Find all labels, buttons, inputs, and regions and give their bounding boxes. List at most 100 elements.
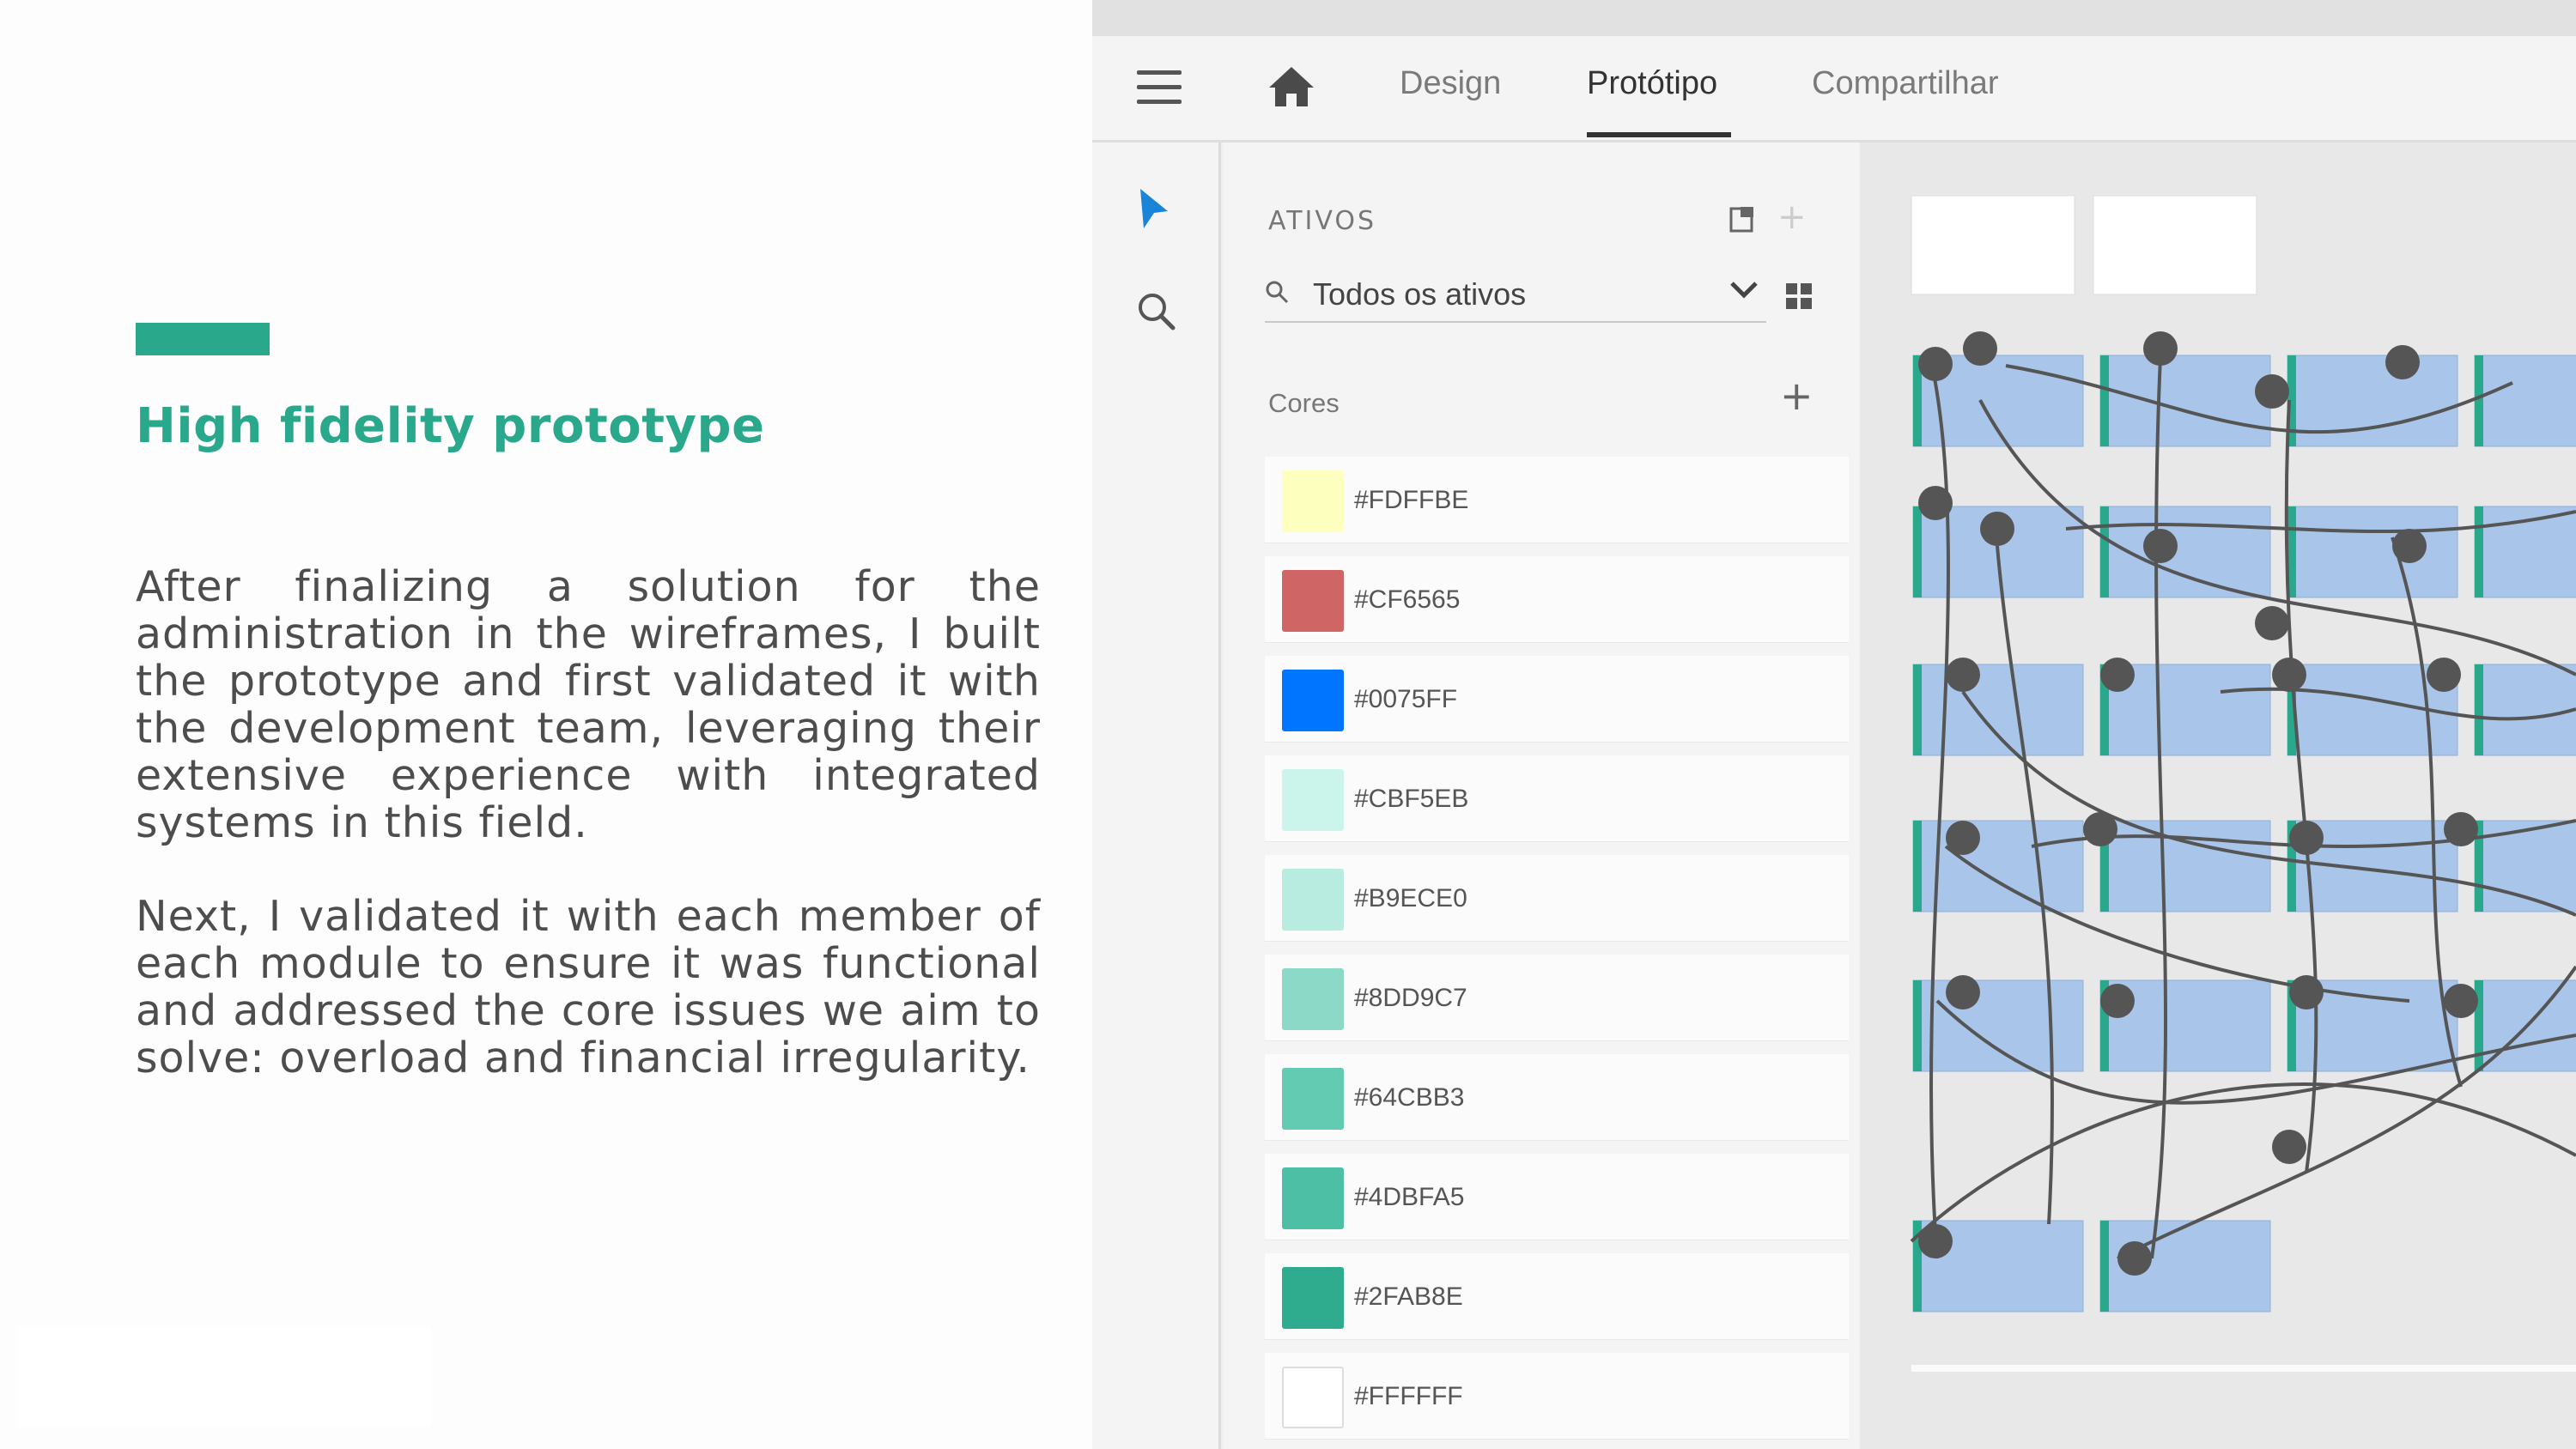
color-swatch bbox=[1282, 670, 1344, 731]
select-arrow-icon[interactable] bbox=[1137, 187, 1171, 232]
color-swatch-row[interactable]: #B9ECE0 bbox=[1265, 855, 1849, 941]
wire-node bbox=[2083, 812, 2117, 846]
active-tab-indicator bbox=[1587, 132, 1731, 137]
artboard-screen-sidebar bbox=[2475, 355, 2483, 446]
artboard-screen bbox=[2287, 506, 2458, 598]
paragraph-1: After finalizing a solution for the admi… bbox=[136, 562, 1041, 847]
blank-box bbox=[17, 1327, 431, 1427]
artboard-screen-sidebar bbox=[1913, 980, 1922, 1071]
color-swatch-list: #FDFFBE #CF6565 #0075FF #CBF5EB #B9ECE0 #8DD9… bbox=[1265, 457, 1849, 1449]
tab-compartilhar[interactable]: Compartilhar bbox=[1812, 65, 1999, 102]
wire-node bbox=[2289, 975, 2324, 1009]
color-swatch-row[interactable]: #0075FF bbox=[1265, 656, 1849, 742]
artboard-screen bbox=[2474, 664, 2576, 756]
paragraph-2: Next, I validated it with each member of… bbox=[136, 892, 1041, 1082]
wire-node bbox=[1946, 658, 1980, 692]
grid-view-icon[interactable] bbox=[1786, 283, 1814, 311]
color-hex-label: #8DD9C7 bbox=[1354, 984, 1467, 1012]
artboard-screen-sidebar bbox=[2100, 355, 2109, 446]
search-icon bbox=[1266, 281, 1289, 304]
color-swatch-row[interactable]: #64CBB3 bbox=[1265, 1054, 1849, 1140]
color-swatch bbox=[1282, 1367, 1344, 1428]
wire-node bbox=[1918, 347, 1953, 381]
color-hex-label: #B9ECE0 bbox=[1354, 884, 1467, 912]
color-swatch bbox=[1282, 1267, 1344, 1329]
wire-node bbox=[1980, 512, 2014, 546]
color-swatch bbox=[1282, 869, 1344, 931]
search-icon[interactable] bbox=[1135, 290, 1176, 331]
app-header: Design Protótipo Compartilhar bbox=[1092, 36, 2576, 142]
colors-section-label: Cores bbox=[1268, 388, 1340, 418]
slide-heading: High fidelity prototype bbox=[136, 398, 765, 454]
prototype-wire bbox=[1910, 1082, 2576, 1243]
prototype-flow-diagram bbox=[1910, 195, 2576, 1372]
wire-node bbox=[2392, 529, 2427, 563]
wire-node bbox=[2255, 374, 2289, 409]
artboard-screen-sidebar bbox=[2100, 1221, 2109, 1312]
wire-node bbox=[2143, 331, 2178, 366]
wire-node bbox=[1946, 821, 1980, 855]
add-color-icon[interactable]: + bbox=[1780, 373, 1814, 419]
add-asset-icon[interactable]: + bbox=[1777, 197, 1807, 237]
color-hex-label: #FFFFFF bbox=[1354, 1382, 1463, 1410]
wire-node bbox=[1918, 1224, 1953, 1258]
canvas-scroll-track bbox=[1911, 1365, 2576, 1372]
color-hex-label: #FDFFBE bbox=[1354, 486, 1469, 514]
assets-filter-value: Todos os ativos bbox=[1313, 276, 1527, 312]
color-swatch-row[interactable]: #8DD9C7 bbox=[1265, 955, 1849, 1040]
color-swatch-row[interactable]: #CBF5EB bbox=[1265, 755, 1849, 841]
color-hex-label: #CF6565 bbox=[1354, 585, 1461, 614]
color-hex-label: #64CBB3 bbox=[1354, 1083, 1465, 1112]
wire-node bbox=[2100, 658, 2135, 692]
color-swatch-row[interactable]: #FFFFFF bbox=[1265, 1353, 1849, 1439]
wire-node bbox=[2100, 984, 2135, 1018]
assets-panel: ATIVOS + Todos os ativos Cores + #FDFFBE… bbox=[1224, 142, 1978, 1449]
color-swatch bbox=[1282, 769, 1344, 831]
window-top-strip bbox=[1092, 0, 2576, 36]
wire-node bbox=[1963, 331, 1997, 366]
color-swatch bbox=[1282, 470, 1344, 532]
wire-node bbox=[2143, 529, 2178, 563]
home-icon[interactable] bbox=[1267, 65, 1315, 108]
prototype-wire bbox=[1927, 348, 1950, 1259]
artboard-screen-sidebar bbox=[2475, 506, 2483, 597]
artboard-screen-sidebar bbox=[1913, 506, 1922, 597]
tab-prototipo[interactable]: Protótipo bbox=[1587, 65, 1717, 102]
color-swatch-row[interactable]: #2FAB8E bbox=[1265, 1253, 1849, 1339]
tab-design[interactable]: Design bbox=[1400, 65, 1501, 102]
color-swatch bbox=[1282, 570, 1344, 632]
document-icon[interactable] bbox=[1728, 204, 1756, 233]
artboard-screen bbox=[2474, 355, 2576, 447]
slide-text-panel: High fidelity prototype After finalizing… bbox=[0, 0, 1092, 1449]
color-swatch-row[interactable]: #FDFFBE bbox=[1265, 457, 1849, 543]
wire-node bbox=[2117, 1241, 2152, 1276]
wire-node bbox=[2289, 821, 2324, 855]
wire-node bbox=[1946, 975, 1980, 1009]
wire-node bbox=[1918, 486, 1953, 520]
left-toolbar bbox=[1092, 142, 1221, 1449]
wire-node bbox=[2427, 658, 2461, 692]
color-hex-label: #2FAB8E bbox=[1354, 1282, 1463, 1311]
wire-node bbox=[2444, 984, 2478, 1018]
color-swatch bbox=[1282, 1167, 1344, 1229]
color-swatch bbox=[1282, 1068, 1344, 1130]
artboard-screen-sidebar bbox=[2475, 664, 2483, 755]
assets-filter-dropdown[interactable]: Todos os ativos bbox=[1265, 268, 1766, 323]
color-swatch-row[interactable]: #4DBFA5 bbox=[1265, 1154, 1849, 1240]
color-hex-label: #CBF5EB bbox=[1354, 785, 1469, 813]
color-hex-label: #0075FF bbox=[1354, 685, 1458, 713]
hamburger-icon[interactable] bbox=[1137, 70, 1182, 105]
color-swatch-row[interactable]: #CF6565 bbox=[1265, 556, 1849, 642]
app-screenshot: Design Protótipo Compartilhar ATIVOS + T… bbox=[1092, 0, 2576, 1449]
assets-title: ATIVOS bbox=[1268, 206, 1377, 236]
artboard-thumbnail bbox=[2093, 195, 2257, 295]
artboard-screen bbox=[1912, 664, 2084, 756]
wire-node bbox=[2272, 1130, 2306, 1164]
prototype-wire bbox=[2150, 356, 2168, 1259]
color-swatch bbox=[1282, 968, 1344, 1030]
artboard-screen bbox=[1912, 979, 2084, 1072]
chevron-down-icon[interactable] bbox=[1728, 280, 1759, 300]
artboard-screen-sidebar bbox=[1913, 821, 1922, 912]
prototype-canvas[interactable] bbox=[1860, 142, 2576, 1449]
wire-node bbox=[2255, 606, 2289, 640]
